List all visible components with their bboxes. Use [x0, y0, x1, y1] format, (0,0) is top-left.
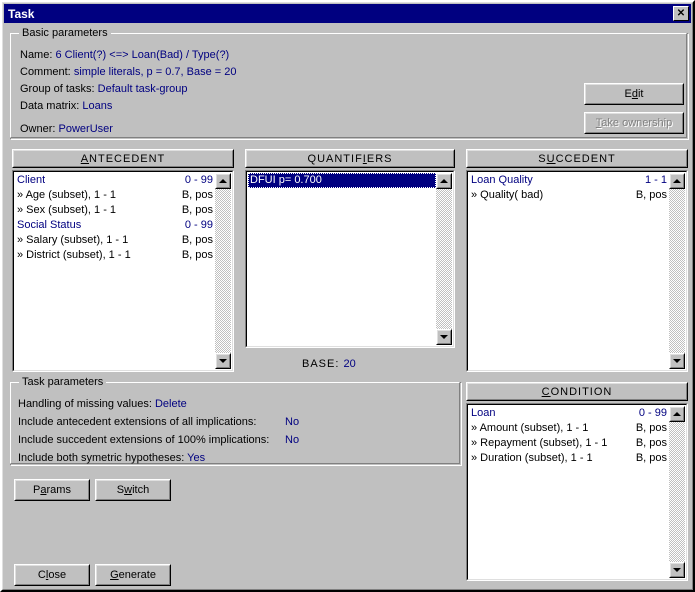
take-ownership-button-label: Take ownership: [595, 117, 673, 129]
owner-row: Owner: PowerUser: [20, 123, 113, 135]
antecedent-header-label: ANTECEDENT: [80, 152, 166, 165]
name-label: Name:: [20, 49, 53, 61]
params-button-label: Params: [33, 484, 71, 496]
switch-button-label: Switch: [116, 484, 150, 496]
group-of-tasks-label: Group of tasks:: [20, 83, 95, 95]
quantifiers-header[interactable]: QUANTIFIERS: [245, 149, 455, 168]
base-label: BASE:: [302, 358, 340, 370]
window-title: Task: [8, 6, 35, 21]
name-value: 6 Client(?) <=> Loan(Bad) / Type(?): [55, 49, 230, 61]
task-parameters-legend: Task parameters: [19, 376, 107, 388]
take-ownership-button[interactable]: Take ownership: [584, 112, 684, 134]
name-row: Name: 6 Client(?) <=> Loan(Bad) / Type(?…: [20, 49, 229, 61]
condition-listbox[interactable]: Loan 0 - 99 » Amount (subset), 1 - 1 B, …: [466, 403, 688, 581]
base-value: 20: [343, 358, 356, 370]
group-of-tasks-row: Group of tasks: Default task-group: [20, 83, 188, 95]
condition-header[interactable]: CONDITION: [466, 382, 688, 401]
generate-button-label: Generate: [110, 569, 156, 581]
list-item[interactable]: » Amount (subset), 1 - 1 B, pos: [469, 421, 669, 436]
owner-label: Owner:: [20, 123, 56, 135]
quantifiers-header-label: QUANTIFIERS: [307, 152, 393, 165]
data-matrix-row: Data matrix: Loans: [20, 100, 112, 112]
scroll-up-arrow-icon[interactable]: [436, 173, 452, 189]
close-icon[interactable]: ✕: [673, 6, 689, 21]
symetric-hypotheses-row: Include both symetric hypotheses: Yes: [18, 452, 205, 464]
list-item[interactable]: » Salary (subset), 1 - 1 B, pos: [15, 233, 215, 248]
antecedent-extensions-value: No: [285, 416, 300, 428]
scroll-up-arrow-icon[interactable]: [669, 173, 685, 189]
scroll-down-arrow-icon[interactable]: [669, 562, 685, 578]
scroll-down-arrow-icon[interactable]: [215, 353, 231, 369]
antecedent-header[interactable]: ANTECEDENT: [12, 149, 234, 168]
scroll-down-arrow-icon[interactable]: [436, 329, 452, 345]
list-item[interactable]: » Age (subset), 1 - 1 B, pos: [15, 188, 215, 203]
scroll-down-arrow-icon[interactable]: [669, 353, 685, 369]
edit-button[interactable]: Edit: [584, 83, 684, 105]
handling-missing-values-value: Delete: [154, 398, 187, 410]
comment-label: Comment:: [20, 66, 71, 78]
owner-value: PowerUser: [58, 123, 113, 135]
scroll-up-arrow-icon[interactable]: [215, 173, 231, 189]
close-button[interactable]: Close: [14, 564, 90, 586]
group-of-tasks-value: Default task-group: [97, 83, 188, 95]
list-item[interactable]: » Quality( bad) B, pos: [469, 188, 669, 203]
antecedent-items: Client 0 - 99 » Age (subset), 1 - 1 B, p…: [15, 173, 215, 369]
basic-parameters-legend: Basic parameters: [19, 27, 111, 39]
list-item[interactable]: » Duration (subset), 1 - 1 B, pos: [469, 451, 669, 466]
close-button-label: Close: [37, 569, 67, 581]
task-dialog-window: Task ✕ Basic parameters Name: 6 Client(?…: [0, 0, 695, 592]
generate-button[interactable]: Generate: [95, 564, 171, 586]
data-matrix-value: Loans: [82, 100, 113, 112]
succedent-header[interactable]: SUCCEDENT: [466, 149, 688, 168]
handling-missing-values-label: Handling of missing values:: [18, 398, 152, 410]
edit-button-label: Edit: [624, 88, 644, 100]
succedent-scrollbar[interactable]: [669, 173, 685, 369]
succedent-extensions-label: Include succedent extensions of 100% imp…: [18, 434, 270, 446]
list-item[interactable]: » District (subset), 1 - 1 B, pos: [15, 248, 215, 263]
scroll-up-arrow-icon[interactable]: [669, 406, 685, 422]
condition-header-label: CONDITION: [541, 385, 613, 398]
symetric-hypotheses-value: Yes: [187, 452, 206, 464]
succedent-extensions-value: No: [285, 434, 300, 446]
succedent-listbox[interactable]: Loan Quality 1 - 1 » Quality( bad) B, po…: [466, 170, 688, 372]
antecedent-extensions-label: Include antecedent extensions of all imp…: [18, 416, 257, 428]
succedent-extensions-row: Include succedent extensions of 100% imp…: [18, 434, 269, 446]
condition-scrollbar[interactable]: [669, 406, 685, 578]
quantifiers-listbox[interactable]: DFUI p= 0.700: [245, 170, 455, 348]
antecedent-scrollbar[interactable]: [215, 173, 231, 369]
switch-button[interactable]: Switch: [95, 479, 171, 501]
list-item[interactable]: Client 0 - 99: [15, 173, 215, 188]
symetric-hypotheses-label: Include both symetric hypotheses:: [18, 452, 185, 464]
condition-items: Loan 0 - 99 » Amount (subset), 1 - 1 B, …: [469, 406, 669, 578]
quantifiers-items: DFUI p= 0.700: [248, 173, 436, 345]
list-item[interactable]: Loan Quality 1 - 1: [469, 173, 669, 188]
list-item[interactable]: » Sex (subset), 1 - 1 B, pos: [15, 203, 215, 218]
titlebar[interactable]: Task ✕: [4, 4, 691, 23]
antecedent-listbox[interactable]: Client 0 - 99 » Age (subset), 1 - 1 B, p…: [12, 170, 234, 372]
base-label-row: BASE: 20: [302, 358, 356, 370]
succedent-header-label: SUCCEDENT: [538, 152, 616, 165]
antecedent-extensions-row: Include antecedent extensions of all imp…: [18, 416, 256, 428]
list-item[interactable]: DFUI p= 0.700: [248, 173, 436, 188]
list-item[interactable]: Loan 0 - 99: [469, 406, 669, 421]
succedent-items: Loan Quality 1 - 1 » Quality( bad) B, po…: [469, 173, 669, 369]
list-item[interactable]: Social Status 0 - 99: [15, 218, 215, 233]
handling-missing-values-row: Handling of missing values: Delete: [18, 398, 187, 410]
params-button[interactable]: Params: [14, 479, 90, 501]
list-item[interactable]: » Repayment (subset), 1 - 1 B, pos: [469, 436, 669, 451]
data-matrix-label: Data matrix:: [20, 100, 80, 112]
quantifiers-scrollbar[interactable]: [436, 173, 452, 345]
comment-row: Comment: simple literals, p = 0.7, Base …: [20, 66, 236, 78]
comment-value: simple literals, p = 0.7, Base = 20: [73, 66, 237, 78]
